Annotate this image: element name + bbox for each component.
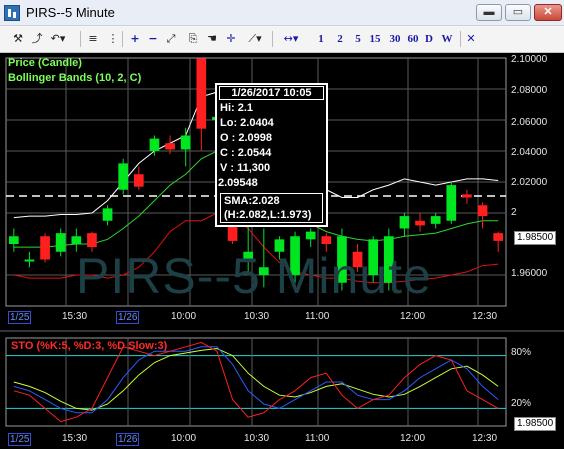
candle-body — [399, 216, 410, 229]
crosshair-icon[interactable]: ✛ — [224, 31, 238, 47]
candle-body — [133, 174, 144, 187]
candle-body — [87, 233, 97, 248]
y-tick-label: 1.96000 — [511, 268, 548, 279]
date-label: 1/26 — [116, 433, 140, 446]
data-tooltip: 1/26/2017 10:05 Hi: 2.1 Lo: 2.0404 O : 2… — [215, 83, 328, 227]
window-title: PIRS--5 Minute — [26, 5, 115, 20]
candle-body — [118, 163, 129, 190]
draw-line-icon[interactable]: ⟋▾ — [244, 31, 266, 47]
close-chart-icon[interactable]: ✕ — [465, 31, 477, 47]
tooltip-high: Hi: 2.1 — [220, 102, 254, 114]
fit-icon[interactable]: ⤢ — [164, 31, 178, 47]
grid-icon[interactable]: ⋮ — [107, 31, 119, 47]
time-label: 15:30 — [62, 311, 88, 322]
candle-body — [55, 233, 66, 252]
date-label: 1/26 — [116, 311, 140, 324]
tooltip-date: 1/26/2017 10:05 — [219, 86, 324, 100]
interval-day[interactable]: D — [424, 31, 434, 47]
interval-30[interactable]: 30 — [388, 31, 402, 47]
chart-area[interactable]: PIRS--5 Minute Price (Candle) Bollinger … — [0, 53, 564, 449]
tooltip-sma-range: (H:2.082,L:1.973) — [224, 209, 312, 221]
candle-body — [102, 208, 113, 221]
maximize-button[interactable]: ▭ — [505, 4, 531, 21]
candle-body — [71, 236, 82, 244]
wrench-icon[interactable]: ⚒ — [10, 31, 26, 47]
time-label: 12:00 — [400, 433, 426, 444]
y-tick-label: 2 — [511, 207, 517, 218]
pointer-icon[interactable]: ⎘ — [186, 31, 200, 47]
zoom-in-icon[interactable]: + — [128, 31, 142, 47]
toolbar-separator — [80, 31, 81, 47]
y-tick-label: 2.06000 — [511, 117, 548, 128]
sto-slow-line — [13, 348, 499, 411]
candle-body — [149, 138, 160, 151]
time-label: 12:30 — [472, 433, 498, 444]
toolbar-separator — [460, 31, 461, 47]
hand-icon[interactable]: ☚ — [204, 31, 220, 47]
toolbar: ⚒ ⤴ ↶▾ ≡ ⋮ + − ⤢ ⎘ ☚ ✛ ⟋▾ ↔▾ 1 2 5 15 30… — [0, 26, 564, 53]
candle-body — [8, 236, 19, 244]
time-label: 10:00 — [171, 433, 197, 444]
toolbar-separator — [272, 31, 273, 47]
y-tick-label: 2.02000 — [511, 177, 548, 188]
candle-body — [415, 220, 425, 226]
y-tick-label: 2.08000 — [511, 85, 548, 96]
title-bar: PIRS--5 Minute ▬ ▭ ✕ — [0, 0, 564, 26]
y-tick-label: 2.10000 — [511, 54, 548, 65]
legend-price: Price (Candle) — [8, 57, 82, 69]
line-chart-icon[interactable]: ⤴ — [29, 31, 45, 47]
minimize-button[interactable]: ▬ — [476, 4, 502, 21]
time-label: 10:00 — [171, 311, 197, 322]
interval-60[interactable]: 60 — [406, 31, 420, 47]
candle-body — [321, 236, 332, 244]
tooltip-extra: 2.09548 — [218, 177, 258, 189]
app-icon — [4, 5, 20, 21]
interval-week[interactable]: W — [441, 31, 453, 47]
tooltip-sma: SMA:2.028 — [224, 195, 280, 207]
candle-body — [40, 236, 50, 260]
time-label: 15:30 — [62, 433, 88, 444]
interval-5[interactable]: 5 — [353, 31, 363, 47]
y-tick-label: 2.04000 — [511, 147, 548, 158]
tooltip-low: Lo: 2.0404 — [220, 117, 274, 129]
time-label: 12:00 — [400, 311, 426, 322]
sto-price-tag: 1.98500 — [514, 417, 557, 431]
time-label: 10:30 — [244, 433, 270, 444]
candle-body — [196, 58, 207, 129]
undo-icon[interactable]: ↶▾ — [48, 31, 68, 47]
tooltip-open: O : 2.0998 — [220, 132, 272, 144]
interval-15[interactable]: 15 — [368, 31, 382, 47]
candle-body — [305, 231, 316, 240]
date-label: 1/25 — [8, 433, 32, 446]
tooltip-volume: V : 11,300 — [220, 162, 271, 174]
sto-tick-label: 80% — [511, 347, 532, 358]
interval-2[interactable]: 2 — [335, 31, 345, 47]
interval-1[interactable]: 1 — [316, 31, 326, 47]
current-price-tag: 1.98500 — [514, 231, 557, 245]
tooltip-sma-box: SMA:2.028 (H:2.082,L:1.973) — [220, 193, 323, 223]
scroll-icon[interactable]: ↔▾ — [280, 31, 302, 47]
time-label: 11:00 — [305, 433, 330, 444]
toolbar-separator — [122, 31, 123, 47]
align-icon[interactable]: ≡ — [86, 31, 100, 47]
time-label: 10:30 — [244, 311, 270, 322]
zoom-out-icon[interactable]: − — [146, 31, 160, 47]
time-label: 12:30 — [472, 311, 498, 322]
candle-body — [477, 205, 488, 217]
candle-body — [430, 216, 441, 224]
candle-body — [462, 194, 472, 198]
sto-legend: STO (%K:5, %D:3, %D Slow:3) — [11, 340, 168, 352]
close-button[interactable]: ✕ — [534, 4, 562, 21]
candle-body — [24, 259, 35, 262]
candle-body — [493, 233, 504, 241]
legend-bollinger: Bollinger Bands (10, 2, C) — [8, 72, 142, 84]
sto-tick-label: 20% — [511, 398, 532, 409]
candle-body — [180, 135, 191, 150]
tooltip-close: C : 2.0544 — [220, 147, 272, 159]
candle-body — [446, 185, 457, 221]
time-label: 11:00 — [305, 311, 330, 322]
chart-watermark: PIRS--5 Minute — [76, 248, 432, 304]
candle-body — [165, 143, 175, 150]
date-label: 1/25 — [8, 311, 32, 324]
